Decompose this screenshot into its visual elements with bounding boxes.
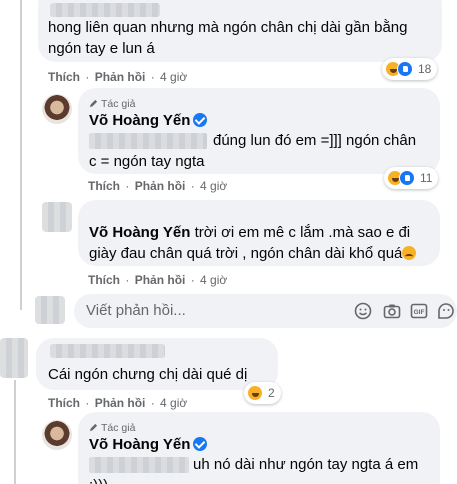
like-reaction-icon <box>397 61 413 77</box>
verified-badge-icon <box>193 437 208 451</box>
reply-input-placeholder: Viết phản hồi... <box>86 302 186 319</box>
reply-actions: Thích · Phản hồi · 4 giờ <box>88 273 228 287</box>
comment-text: Cái ngón chưng chị dài qué dị <box>48 366 248 383</box>
verified-badge-icon <box>193 113 208 127</box>
reply-text: Võ Hoàng Yến trời ơi em mê c lắm .mà sao… <box>89 222 434 264</box>
mentioned-author-name[interactable]: Võ Hoàng Yến <box>89 224 190 241</box>
like-link[interactable]: Thích <box>88 273 120 287</box>
reaction-summary[interactable]: 18 <box>382 58 438 80</box>
reply-link[interactable]: Phản hồi <box>95 396 146 410</box>
pen-icon <box>89 423 98 432</box>
reaction-summary[interactable]: 2 <box>244 382 281 404</box>
reaction-count: 11 <box>420 171 433 185</box>
reply-link[interactable]: Phản hồi <box>135 273 186 287</box>
commenter-avatar[interactable] <box>0 338 28 378</box>
commenter-avatar[interactable] <box>42 202 72 232</box>
comment-actions: Thích · Phản hồi · 4 giờ <box>48 396 188 410</box>
thread-line <box>14 380 16 484</box>
blurred-commenter-name <box>50 344 165 358</box>
like-link[interactable]: Thích <box>88 179 120 193</box>
reply-actions: Thích · Phản hồi · 4 giờ <box>88 179 228 193</box>
timestamp[interactable]: 4 giờ <box>160 70 187 84</box>
reply-link[interactable]: Phản hồi <box>135 179 186 193</box>
author-tag: Tác giả <box>89 421 135 435</box>
author-name[interactable]: Võ Hoàng Yến <box>89 436 208 454</box>
blurred-commenter-name <box>50 3 160 17</box>
author-tag: Tác giả <box>89 97 135 111</box>
smiley-icon[interactable] <box>354 302 372 320</box>
author-avatar[interactable] <box>42 94 72 124</box>
haha-reaction-icon <box>247 385 263 401</box>
gif-icon[interactable]: GIF <box>410 302 428 320</box>
comment-text: hong liên quan nhưng mà ngón chân chị dà… <box>48 19 408 57</box>
reaction-count: 2 <box>268 386 275 400</box>
sticker-icon[interactable] <box>437 302 455 320</box>
reaction-count: 18 <box>418 62 432 76</box>
author-name[interactable]: Võ Hoàng Yến <box>89 112 208 130</box>
like-reaction-icon <box>399 170 415 186</box>
like-link[interactable]: Thích <box>48 396 80 410</box>
reaction-summary[interactable]: 11 <box>384 167 439 189</box>
comment-actions: Thích · Phản hồi · 4 giờ <box>48 70 188 84</box>
author-avatar[interactable] <box>42 420 72 450</box>
reply-link[interactable]: Phản hồi <box>95 70 146 84</box>
current-user-avatar <box>35 296 65 324</box>
timestamp[interactable]: 4 giờ <box>200 179 227 193</box>
thread-line <box>20 0 22 310</box>
camera-icon[interactable] <box>383 302 401 320</box>
reply-text: đúng lun đó em =]]] ngón chân c = ngón t… <box>89 132 417 170</box>
crying-emoji-icon <box>402 246 417 260</box>
timestamp[interactable]: 4 giờ <box>160 396 187 410</box>
pen-icon <box>89 99 98 108</box>
like-link[interactable]: Thích <box>48 70 80 84</box>
timestamp[interactable]: 4 giờ <box>200 273 227 287</box>
reply-text: uh nó dài như ngón tay ngta á em :))) <box>89 456 419 484</box>
svg-text:GIF: GIF <box>414 309 425 316</box>
